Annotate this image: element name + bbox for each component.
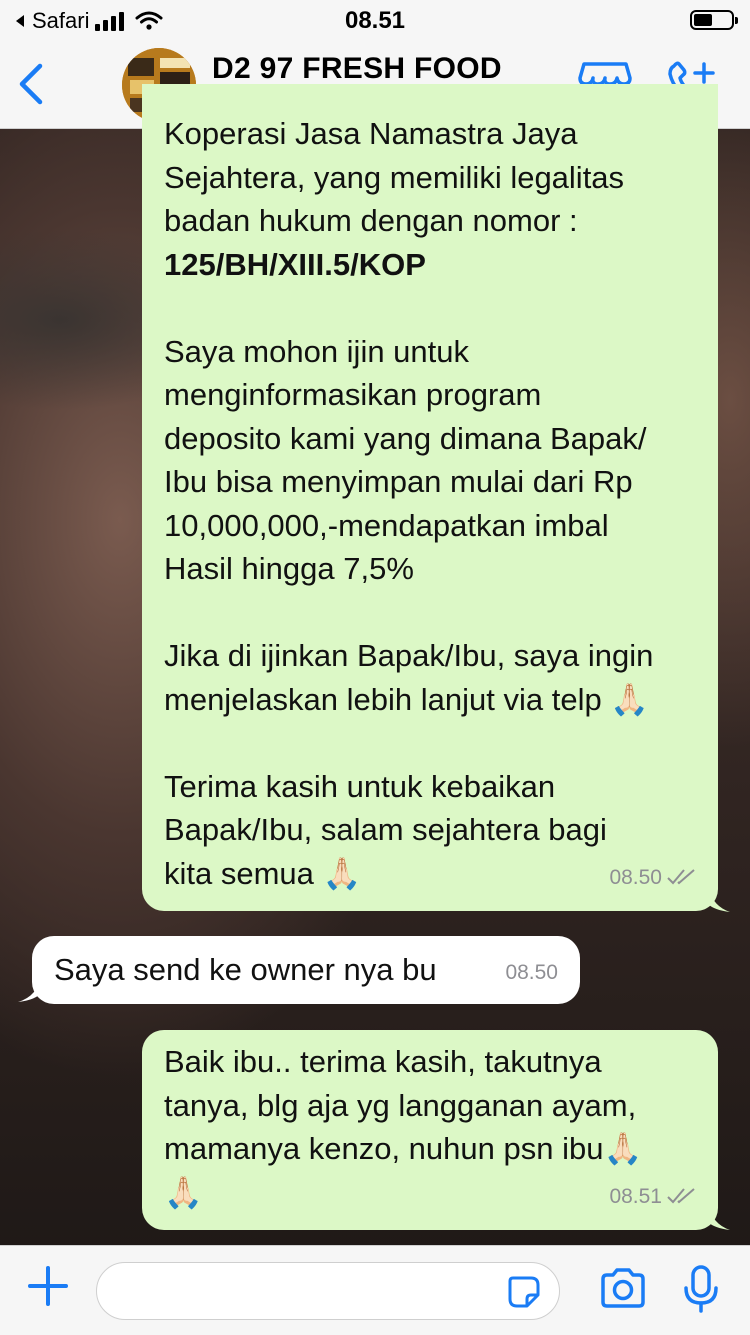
status-bar: Safari 08.51 [0, 0, 750, 40]
message-meta: 08.51 [609, 1175, 698, 1219]
message-line: menginformasikan program [164, 377, 542, 412]
message-bubble-outgoing[interactable]: Koperasi Jasa Namastra Jaya Sejahtera, y… [142, 84, 718, 911]
message-bubble-outgoing[interactable]: Baik ibu.. terima kasih, takutnya tanya,… [142, 1030, 718, 1230]
message-line: deposito kami yang dimana Bapak/ [164, 420, 647, 456]
message-line: Baik ibu.. terima kasih, takutnya [164, 1044, 602, 1079]
message-paragraph: Koperasi Jasa Namastra Jaya Sejahtera, y… [164, 112, 696, 243]
message-meta: 08.50 [609, 856, 698, 900]
message-line: Ibu bisa menyimpan mulai dari Rp [164, 464, 633, 499]
message-line: tanya, blg aja yg langganan ayam, [164, 1087, 637, 1123]
plus-icon[interactable] [26, 1264, 70, 1308]
message-input[interactable] [96, 1262, 560, 1320]
clock: 08.51 [344, 7, 406, 34]
message-time: 08.50 [505, 961, 558, 984]
message-paragraph: Jika di ijinkan Bapak/Ibu, saya ingin me… [164, 634, 696, 721]
message-line: Hasil hingga 7,5% [164, 551, 414, 586]
double-check-icon [667, 1188, 695, 1204]
message-line: 10,000,000,-mendapatkan imbal [164, 507, 609, 543]
composer-bar [0, 1245, 750, 1335]
message-line: Saya mohon ijin untuk [164, 333, 470, 369]
double-check-icon [667, 869, 695, 885]
message-line: Terima kasih untuk kebaikan [164, 768, 556, 804]
message-line: Koperasi Jasa Namastra Jaya [164, 116, 578, 151]
battery-icon [690, 10, 738, 30]
chevron-left-icon[interactable] [16, 62, 46, 106]
message-time: 08.50 [609, 865, 662, 889]
message-paragraph: Saya mohon ijin untuk menginformasikan p… [164, 330, 696, 591]
message-line: Jika di ijinkan Bapak/Ibu, saya ingin [164, 638, 654, 673]
message-line: Sejahtera, yang memiliki legalitas [164, 159, 625, 195]
message-line: badan hukum dengan nomor : [164, 203, 578, 238]
bubble-tail [708, 886, 730, 912]
message-bubble-incoming[interactable]: Saya send ke owner nya bu 08.50 [32, 936, 580, 1004]
message-line: Bapak/Ibu, salam sejahtera bagi [164, 812, 607, 847]
message-meta: 08.50 [505, 951, 558, 994]
camera-icon[interactable] [598, 1264, 648, 1314]
contact-name[interactable]: D2 97 FRESH FOOD [212, 52, 502, 86]
message-line: menjelaskan lebih lanjut via telp 🙏🏻 [164, 681, 649, 717]
microphone-icon[interactable] [676, 1264, 726, 1314]
message-paragraph: 125/BH/XIII.5/KOP [164, 243, 696, 287]
bubble-tail [708, 1204, 730, 1230]
message-text: Saya send ke owner nya bu [54, 952, 437, 987]
sticker-icon[interactable] [507, 1275, 541, 1309]
legal-number: 125/BH/XIII.5/KOP [164, 246, 426, 282]
message-time: 08.51 [609, 1184, 662, 1208]
message-line: mamanya kenzo, nuhun psn ibu🙏🏻 [164, 1131, 643, 1166]
